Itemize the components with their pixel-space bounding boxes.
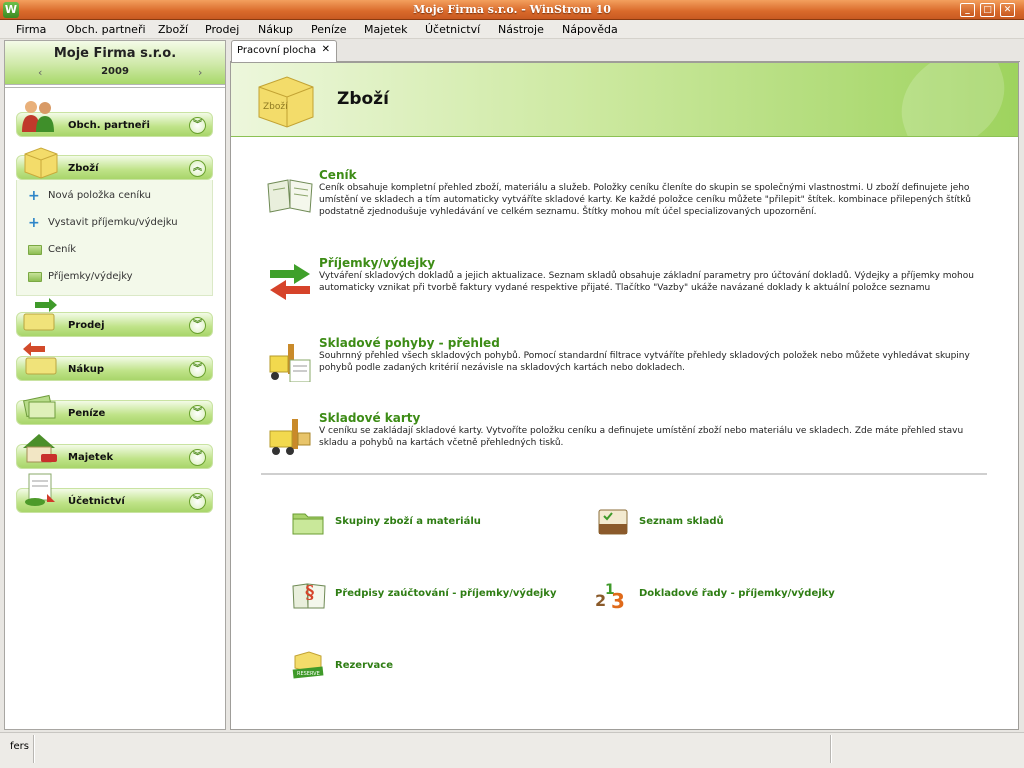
menu-bar: Firma Obch. partneři Zboží Prodej Nákup … [0,20,1024,39]
expand-icon[interactable]: ︾ [189,493,206,510]
zbozi-submenu: + Nová položka ceníku + Vystavit příjemk… [16,180,213,296]
expand-icon[interactable]: ︾ [189,117,206,134]
close-button[interactable]: ✕ [1000,3,1015,17]
nav-category-label: Peníze [68,408,106,419]
nav-sub-label: Příjemky/výdejky [48,271,133,282]
nav-panel: Obch. partneři ︾ Zboží ︽ + Nová položka … [5,87,225,729]
nav-category-label: Majetek [68,452,114,463]
nav-sub-nova-polozka[interactable]: + Nová položka ceníku [17,185,214,207]
expand-icon[interactable]: ︾ [189,405,206,422]
nav-category-label: Obch. partneři [68,120,150,131]
minimize-button[interactable]: _ [960,3,975,17]
tab-label: Pracovní plocha [237,45,317,56]
section-title[interactable]: Skladové karty [319,411,420,425]
menu-penize[interactable]: Peníze [311,20,347,39]
section-description: Vytváření skladových dokladů a jejich ak… [319,271,974,293]
menu-majetek[interactable]: Majetek [364,20,408,39]
section-banner: Zboží Zboží [231,63,1018,137]
in-out-arrows-icon [270,264,310,300]
status-text: fers [10,741,29,752]
nav-category-label: Účetnictví [68,496,125,507]
nav-sub-label: Nová položka ceníku [48,190,151,201]
forklift-list-icon [269,344,311,382]
link-label: Předpisy zaúčtování - příjemky/výdejky [335,588,557,599]
nav-category-label: Zboží [68,163,99,174]
svg-text:3: 3 [611,589,625,610]
section-title[interactable]: Skladové pohyby - přehled [319,336,500,350]
nav-category-label: Nákup [68,364,105,375]
link-label: Rezervace [335,660,393,671]
plus-icon: + [28,215,40,231]
money-icon [23,394,56,419]
forklift-icon [269,419,311,455]
next-year-button[interactable]: › [198,66,202,79]
menu-ucetnictvi[interactable]: Účetnictví [425,20,480,39]
folder-icon [28,272,42,282]
link-label: Seznam skladů [639,516,724,527]
nav-sub-cenik[interactable]: Ceník [17,239,214,261]
nav-sub-vystavit-prijemku[interactable]: + Vystavit příjemku/výdejku [17,212,214,234]
purchase-icon [23,342,57,375]
box-label: Zboží [263,102,288,112]
expand-icon[interactable]: ︾ [189,361,206,378]
sales-icon [23,298,57,331]
menu-firma[interactable]: Firma [16,20,46,39]
section-description: Ceník obsahuje kompletní přehled zboží, … [319,183,971,217]
reserve-badge: RESERVE [297,671,320,677]
expand-icon[interactable]: ︾ [189,449,206,466]
folder-group-icon [292,513,324,535]
collapse-icon[interactable]: ︽ [189,160,206,177]
company-year: 2009 [101,66,129,77]
nav-category-label: Prodej [68,320,105,331]
decorative-leaf [885,63,1018,136]
tab-strip: Pracovní plocha ✕ [230,40,1020,63]
company-name: Moje Firma s.r.o. [53,46,177,61]
tab-pracovni-plocha[interactable]: Pracovní plocha ✕ [231,40,337,63]
section-description: Souhrnný přehled všech skladových pohybů… [319,351,970,373]
nav-sub-label: Vystavit příjemku/výdejku [48,217,178,228]
warehouse-list-icon [598,509,628,535]
section-title[interactable]: Příjemky/výdejky [319,256,435,270]
partners-icon [22,101,54,132]
company-header: Moje Firma s.r.o. ‹ 2009 › [5,41,225,85]
status-divider [830,735,832,763]
close-tab-icon[interactable]: ✕ [322,44,330,55]
sidebar: Moje Firma s.r.o. ‹ 2009 › Obch. partneř… [4,40,226,730]
plus-icon: + [28,188,40,204]
maximize-button[interactable]: □ [980,3,995,17]
window-title: Moje Firma s.r.o. - WinStrom 10 [413,3,611,16]
link-label: Skupiny zboží a materiálu [335,516,481,527]
goods-box-icon [24,147,58,179]
link-label: Dokladové řady - příjemky/výdejky [639,588,835,599]
page-title: Zboží [337,89,389,109]
menu-prodej[interactable]: Prodej [205,20,239,39]
status-divider [33,735,35,763]
expand-icon[interactable]: ︾ [189,317,206,334]
reservation-icon: RESERVE [292,651,324,679]
nav-sub-label: Ceník [48,244,77,255]
svg-text:§: § [305,582,314,603]
section-title[interactable]: Ceník [319,168,357,182]
divider [261,473,987,475]
menu-partneri[interactable]: Obch. partneři [66,20,146,39]
number-series-icon: 2 1 3 [595,582,625,610]
section-description: V ceníku se zakládají skladové karty. Vy… [319,426,964,448]
property-house-icon [23,434,57,463]
pricelist-book-icon [267,179,313,213]
folder-icon [28,245,42,255]
accounting-icon [25,473,55,506]
goods-box-large-icon: Zboží [258,76,314,128]
accounting-rules-icon: § [292,582,326,609]
title-bar: W Moje Firma s.r.o. - WinStrom 10 _ □ ✕ [0,0,1024,20]
menu-napoveda[interactable]: Nápověda [562,20,618,39]
menu-nakup[interactable]: Nákup [258,20,293,39]
nav-sub-prijemky-vydejky[interactable]: Příjemky/výdejky [17,266,214,288]
menu-zbozi[interactable]: Zboží [158,20,188,39]
content-area: Zboží Zboží Ceník Ceník obsahuje komplet… [230,62,1019,730]
menu-nastroje[interactable]: Nástroje [498,20,544,39]
status-bar: fers [0,732,1024,768]
